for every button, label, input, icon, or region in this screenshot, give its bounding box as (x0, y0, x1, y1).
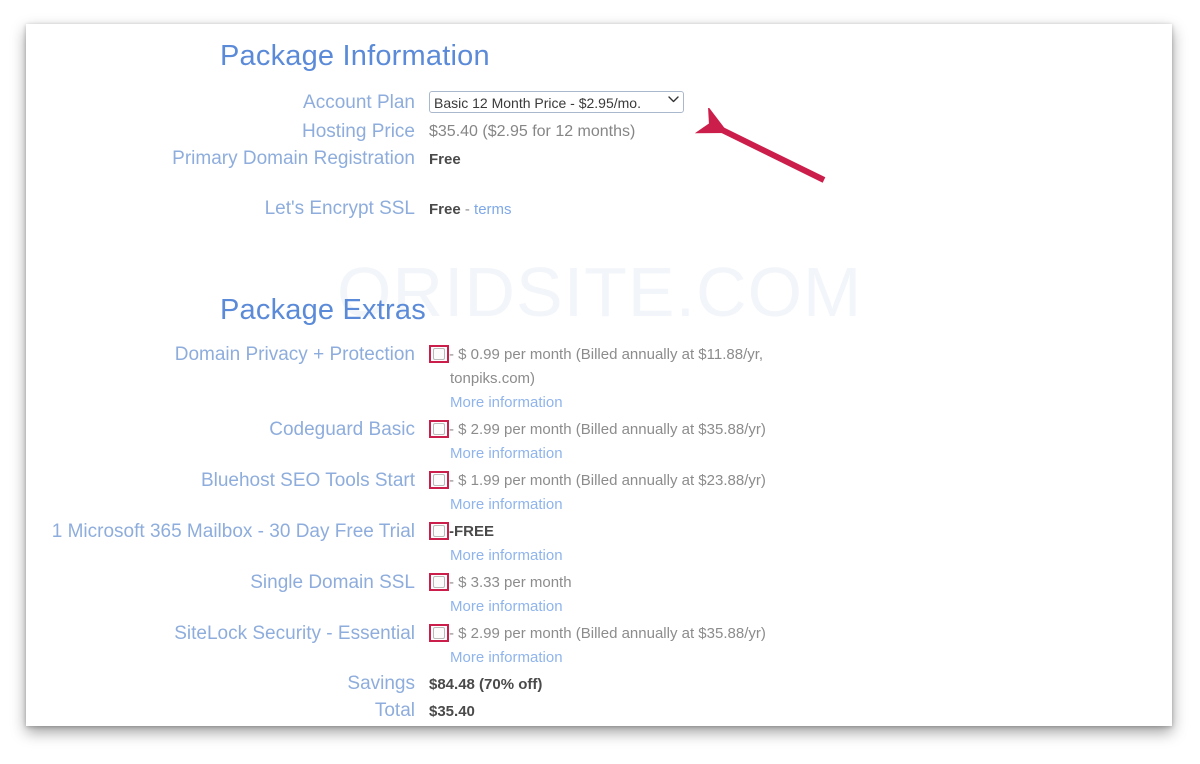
price-line: - $ 2.99 per month (Billed annually at $… (429, 418, 1172, 442)
value-total: $35.40 (429, 703, 475, 720)
label-savings: Savings (347, 673, 415, 694)
price-line: - $ 0.99 per month (Billed annually at $… (429, 343, 1172, 367)
label-codeguard-basic: Codeguard Basic (269, 419, 415, 440)
checkbox-sitelock[interactable] (433, 627, 445, 639)
account-plan-select[interactable]: Basic 12 Month Price - $2.95/mo. (429, 91, 684, 113)
price-line: -FREE (429, 520, 1172, 544)
label-total: Total (374, 700, 415, 721)
checkbox-highlight-sitelock[interactable] (429, 624, 449, 642)
checkbox-highlight-microsoft-365[interactable] (429, 522, 449, 540)
checkbox-single-domain-ssl[interactable] (433, 576, 445, 588)
value-lets-encrypt-ssl: Free - terms (429, 196, 1172, 222)
more-information-link-domain-privacy[interactable]: More information (450, 391, 1172, 415)
value-single-domain-ssl: - $ 3.33 per month More information (429, 570, 1172, 619)
row-microsoft-365-mailbox: 1 Microsoft 365 Mailbox - 30 Day Free Tr… (26, 519, 1172, 568)
price-text-single-domain-ssl: - $ 3.33 per month (449, 574, 572, 591)
row-savings: Savings $84.48 (70% off) (26, 671, 1172, 697)
price-line: - $ 1.99 per month (Billed annually at $… (429, 469, 1172, 493)
package-information-heading: Package Information (220, 40, 490, 72)
checkbox-highlight-single-domain-ssl[interactable] (429, 573, 449, 591)
package-extras-rows: Domain Privacy + Protection - $ 0.99 per… (26, 342, 1172, 724)
price-line: - $ 2.99 per month (Billed annually at $… (429, 622, 1172, 646)
value-hosting-price: $35.40 ($2.95 for 12 months) (429, 123, 636, 140)
ssl-free-text: Free (429, 201, 461, 218)
more-information-link-sitelock[interactable]: More information (450, 646, 1172, 670)
value-sitelock-security-essential: - $ 2.99 per month (Billed annually at $… (429, 621, 1172, 670)
row-domain-privacy-protection: Domain Privacy + Protection - $ 0.99 per… (26, 342, 1172, 415)
price-text-codeguard: - $ 2.99 per month (Billed annually at $… (449, 421, 766, 438)
checkbox-codeguard[interactable] (433, 423, 445, 435)
checkbox-highlight-seo-tools[interactable] (429, 471, 449, 489)
value-bluehost-seo-tools-start: - $ 1.99 per month (Billed annually at $… (429, 468, 1172, 517)
package-information-rows: Account Plan Basic 12 Month Price - $2.9… (26, 90, 1172, 222)
price-text-sitelock: - $ 2.99 per month (Billed annually at $… (449, 625, 766, 642)
checkbox-seo-tools[interactable] (433, 474, 445, 486)
row-sitelock-security-essential: SiteLock Security - Essential - $ 2.99 p… (26, 621, 1172, 670)
row-hosting-price: Hosting Price $35.40 ($2.95 for 12 month… (26, 119, 1172, 144)
label-account-plan: Account Plan (303, 92, 415, 113)
checkbox-highlight-codeguard[interactable] (429, 420, 449, 438)
price-cont-domain-privacy: tonpiks.com) (450, 370, 536, 387)
row-lets-encrypt-ssl: Let's Encrypt SSL Free - terms (26, 196, 1172, 222)
price-text-microsoft-365: -FREE (449, 523, 494, 540)
checkbox-domain-privacy[interactable] (433, 348, 445, 360)
checkbox-highlight-domain-privacy[interactable] (429, 345, 449, 363)
more-information-link-microsoft-365[interactable]: More information (450, 544, 1172, 568)
label-lets-encrypt-ssl: Let's Encrypt SSL (264, 198, 415, 219)
row-total: Total $35.40 (26, 698, 1172, 724)
label-domain-privacy-protection: Domain Privacy + Protection (174, 344, 415, 365)
value-microsoft-365-mailbox: -FREE More information (429, 519, 1172, 568)
content-panel: ORIDSITE.COM Package Information Account… (26, 24, 1172, 726)
package-extras-heading: Package Extras (220, 294, 426, 326)
label-bluehost-seo-tools-start: Bluehost SEO Tools Start (200, 470, 415, 491)
price-text-seo-tools: - $ 1.99 per month (Billed annually at $… (449, 472, 766, 489)
screenshot-root: ORIDSITE.COM Package Information Account… (0, 0, 1200, 764)
account-plan-select-wrapper: Basic 12 Month Price - $2.95/mo. (429, 91, 684, 116)
label-hosting-price: Hosting Price (302, 121, 415, 142)
label-primary-domain-registration: Primary Domain Registration (172, 148, 415, 169)
label-single-domain-ssl: Single Domain SSL (250, 572, 415, 593)
value-domain-privacy-protection: - $ 0.99 per month (Billed annually at $… (429, 342, 1172, 415)
checkbox-microsoft-365[interactable] (433, 525, 445, 537)
row-bluehost-seo-tools-start: Bluehost SEO Tools Start - $ 1.99 per mo… (26, 468, 1172, 517)
price-text-domain-privacy: - $ 0.99 per month (Billed annually at $… (449, 346, 764, 363)
more-information-link-codeguard[interactable]: More information (450, 442, 1172, 466)
row-account-plan: Account Plan Basic 12 Month Price - $2.9… (26, 90, 1172, 116)
row-primary-domain-registration: Primary Domain Registration Free (26, 146, 1172, 172)
value-savings: $84.48 (70% off) (429, 676, 543, 693)
more-information-link-single-domain-ssl[interactable]: More information (450, 595, 1172, 619)
price-line: - $ 3.33 per month (429, 571, 1172, 595)
value-account-plan: Basic 12 Month Price - $2.95/mo. (429, 90, 1172, 116)
more-information-link-seo-tools[interactable]: More information (450, 493, 1172, 517)
row-codeguard-basic: Codeguard Basic - $ 2.99 per month (Bill… (26, 417, 1172, 466)
terms-link[interactable]: terms (474, 201, 512, 218)
ssl-separator: - (460, 201, 475, 218)
value-codeguard-basic: - $ 2.99 per month (Billed annually at $… (429, 417, 1172, 466)
row-single-domain-ssl: Single Domain SSL - $ 3.33 per month Mor… (26, 570, 1172, 619)
value-primary-domain-registration: Free (429, 151, 461, 168)
label-sitelock-security-essential: SiteLock Security - Essential (174, 623, 415, 644)
label-microsoft-365-mailbox: 1 Microsoft 365 Mailbox - 30 Day Free Tr… (51, 521, 415, 542)
